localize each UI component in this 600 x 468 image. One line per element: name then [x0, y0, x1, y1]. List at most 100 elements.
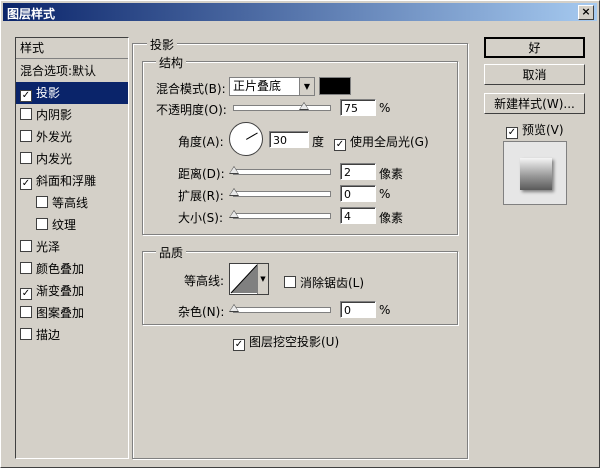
style-item[interactable]: 内阴影 — [16, 104, 128, 126]
angle-unit: 度 — [312, 135, 325, 149]
ok-button[interactable]: 好 — [484, 37, 585, 58]
chevron-down-icon: ▼ — [299, 78, 314, 95]
style-item-checkbox[interactable] — [20, 262, 32, 274]
knockout-label: 图层挖空投影(U) — [249, 335, 340, 349]
style-item-label: 纹理 — [52, 218, 77, 232]
contour-dropdown-arrow-icon[interactable]: ▼ — [257, 264, 268, 294]
style-item[interactable]: 外发光 — [16, 126, 128, 148]
preview-label: 预览(V) — [522, 123, 564, 137]
style-item-label: 斜面和浮雕 — [36, 174, 97, 188]
distance-unit: 像素 — [379, 167, 404, 181]
global-light-check[interactable]: ✓ — [334, 139, 346, 151]
quality-group-title: 品质 — [156, 244, 187, 261]
preview-check[interactable]: ✓ — [506, 127, 518, 139]
style-item[interactable]: ✓ 投影 — [16, 82, 128, 104]
noise-field[interactable]: 0 — [340, 301, 376, 318]
structure-group-title: 结构 — [156, 54, 187, 71]
style-item-label: 内发光 — [36, 152, 73, 166]
noise-slider[interactable] — [233, 307, 331, 313]
size-slider-thumb[interactable] — [229, 210, 239, 218]
style-item-checkbox[interactable]: ✓ — [20, 288, 32, 300]
style-item-checkbox[interactable] — [20, 130, 32, 142]
preview-checkbox[interactable]: ✓ 预览(V) — [506, 121, 564, 139]
title-bar: 图层样式 × — [3, 3, 597, 21]
style-item-label: 颜色叠加 — [36, 262, 85, 276]
contour-picker[interactable]: ▼ — [229, 263, 269, 295]
spread-unit: % — [379, 187, 391, 201]
blend-mode-value: 正片叠底 — [233, 79, 282, 93]
dialog-title: 图层样式 — [7, 7, 56, 21]
shadow-color-swatch[interactable] — [319, 77, 351, 95]
distance-field[interactable]: 2 — [340, 163, 376, 180]
close-button[interactable]: × — [578, 5, 594, 20]
preview-thumbnail — [503, 141, 567, 205]
angle-dial-hand — [246, 132, 258, 140]
knockout-checkbox[interactable]: ✓ 图层挖空投影(U) — [233, 333, 339, 351]
opacity-unit: % — [379, 101, 391, 115]
style-item[interactable]: 内发光 — [16, 148, 128, 170]
size-label: 大小(S): — [178, 211, 224, 225]
size-unit: 像素 — [379, 211, 404, 225]
style-item[interactable]: ✓ 渐变叠加 — [16, 280, 128, 302]
spread-slider[interactable] — [233, 191, 331, 197]
style-item-checkbox[interactable] — [36, 196, 48, 208]
style-item-label: 混合选项:默认 — [20, 64, 97, 78]
size-slider[interactable] — [233, 213, 331, 219]
opacity-label: 不透明度(O): — [156, 103, 227, 117]
style-item-checkbox[interactable] — [20, 152, 32, 164]
angle-dial[interactable] — [229, 122, 263, 156]
style-item-checkbox[interactable] — [20, 328, 32, 340]
spread-slider-thumb[interactable] — [229, 188, 239, 196]
styles-list: 样式 混合选项:默认 ✓ 投影内阴影外发光内发光 ✓ 斜面和浮雕等高线纹理光泽颜色叠加 ✓… — [15, 37, 129, 459]
opacity-slider[interactable] — [233, 105, 331, 111]
style-item[interactable]: ✓ 斜面和浮雕 — [16, 170, 128, 192]
knockout-check[interactable]: ✓ — [233, 339, 245, 351]
style-item[interactable]: 混合选项:默认 — [16, 60, 128, 82]
distance-label: 距离(D): — [178, 167, 225, 181]
opacity-slider-thumb[interactable] — [299, 102, 309, 110]
noise-unit: % — [379, 303, 391, 317]
style-item[interactable]: 光泽 — [16, 236, 128, 258]
angle-label: 角度(A): — [178, 135, 224, 149]
style-item-label: 投影 — [36, 86, 61, 100]
style-item[interactable]: 图案叠加 — [16, 302, 128, 324]
preview-swatch — [520, 158, 552, 190]
antialias-label: 消除锯齿(L) — [300, 276, 365, 290]
style-item-checkbox[interactable] — [20, 240, 32, 252]
style-item-label: 内阴影 — [36, 108, 73, 122]
blend-mode-select[interactable]: 正片叠底 ▼ — [229, 77, 315, 96]
style-item-checkbox[interactable] — [20, 306, 32, 318]
blend-mode-label: 混合模式(B): — [156, 82, 226, 96]
new-style-button[interactable]: 新建样式(W)... — [484, 93, 585, 114]
styles-list-header: 样式 — [16, 38, 128, 59]
style-item-checkbox[interactable] — [20, 108, 32, 120]
antialias-checkbox[interactable]: 消除锯齿(L) — [284, 274, 364, 291]
size-field[interactable]: 4 — [340, 207, 376, 224]
noise-label: 杂色(N): — [178, 305, 225, 319]
style-item-label: 外发光 — [36, 130, 73, 144]
style-item-label: 渐变叠加 — [36, 284, 85, 298]
distance-slider[interactable] — [233, 169, 331, 175]
spread-field[interactable]: 0 — [340, 185, 376, 202]
opacity-field[interactable]: 75 — [340, 99, 376, 116]
global-light-checkbox[interactable]: ✓ 使用全局光(G) — [334, 133, 429, 151]
distance-slider-thumb[interactable] — [229, 166, 239, 174]
style-item-checkbox[interactable]: ✓ — [20, 178, 32, 190]
style-item[interactable]: 等高线 — [16, 192, 128, 214]
angle-field[interactable]: 30 — [269, 131, 309, 148]
noise-slider-thumb[interactable] — [229, 304, 239, 312]
drop-shadow-group-title: 投影 — [147, 36, 178, 53]
spread-label: 扩展(R): — [178, 189, 224, 203]
style-item[interactable]: 描边 — [16, 324, 128, 346]
style-item[interactable]: 颜色叠加 — [16, 258, 128, 280]
style-item-checkbox[interactable]: ✓ — [20, 90, 32, 102]
style-item-label: 描边 — [36, 328, 61, 342]
layer-style-dialog: 图层样式 × 样式 混合选项:默认 ✓ 投影内阴影外发光内发光 ✓ 斜面和浮雕等高线纹理… — [0, 0, 600, 468]
style-item[interactable]: 纹理 — [16, 214, 128, 236]
global-light-label: 使用全局光(G) — [350, 135, 429, 149]
style-item-label: 等高线 — [52, 196, 89, 210]
style-item-checkbox[interactable] — [36, 218, 48, 230]
cancel-button[interactable]: 取消 — [484, 64, 585, 85]
antialias-check[interactable] — [284, 276, 296, 288]
style-item-label: 光泽 — [36, 240, 61, 254]
